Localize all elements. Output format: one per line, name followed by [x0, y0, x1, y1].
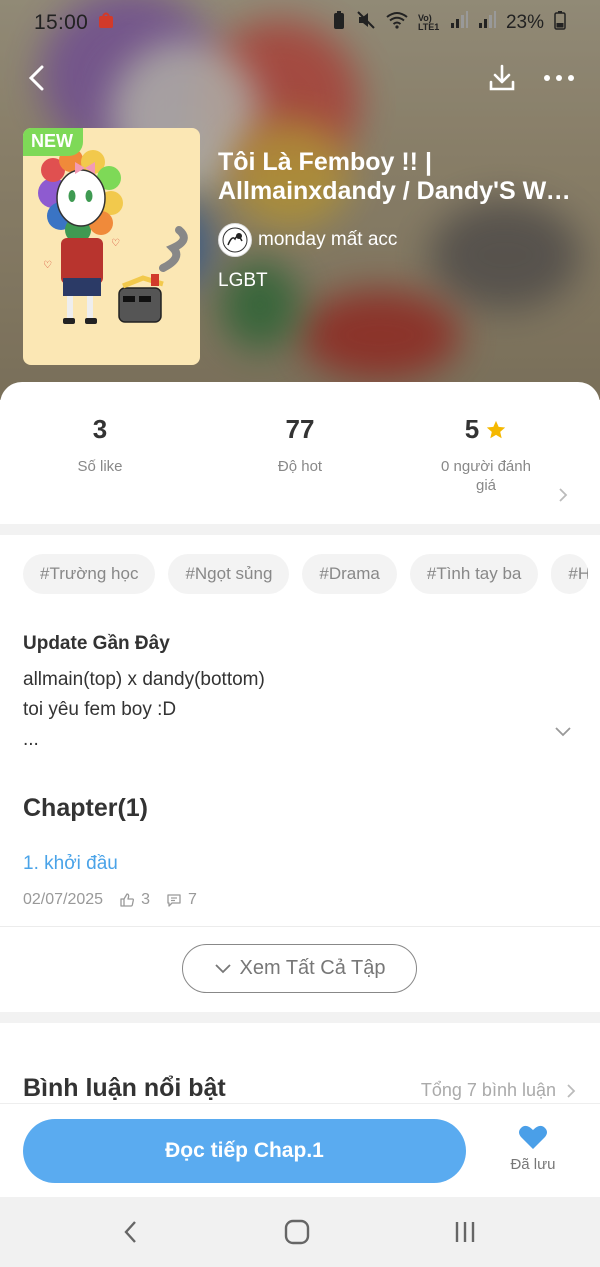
tag-chip[interactable]: #Ngọt sủng [168, 554, 290, 594]
bottom-action-bar: Đọc tiếp Chap.1 Đã lưu [0, 1103, 600, 1197]
rating-row: 5 [386, 414, 586, 445]
system-navigation-bar [0, 1197, 600, 1267]
rating-label: 0 người đánh giá [441, 458, 531, 494]
new-badge: NEW [23, 128, 83, 156]
back-button[interactable] [16, 56, 56, 100]
more-options-button[interactable] [538, 58, 580, 98]
view-all-chapters-button[interactable]: Xem Tất Cả Tập [182, 944, 417, 993]
download-icon [489, 64, 515, 91]
stat-rating[interactable]: 5 0 người đánh giá [386, 414, 586, 495]
chevron-down-icon [214, 963, 231, 973]
status-bar: 15:00 Vo) LTE1 23% [0, 0, 600, 46]
heart-icon [519, 1125, 547, 1149]
story-title-line-1: Tôi Là Femboy !! | [218, 148, 432, 176]
story-title-line-2: Allmainxdandy / Dandy'S Wo... [218, 177, 580, 205]
chapter-date: 02/07/2025 [23, 891, 104, 908]
chapter-like-count: 3 [141, 891, 150, 908]
chevron-down-icon[interactable] [554, 726, 572, 738]
section-divider [0, 524, 600, 535]
signal-icon [450, 11, 468, 35]
recents-icon [455, 1222, 475, 1242]
chevron-right-icon[interactable] [558, 487, 568, 503]
comments-total-link[interactable]: Tổng 7 bình luận [421, 1080, 576, 1101]
svg-text:♡: ♡ [111, 238, 120, 249]
home-icon [284, 1219, 310, 1245]
chapter-meta: 02/07/2025 3 7 [23, 891, 197, 909]
stat-likes: 3 Số like [0, 414, 200, 476]
more-horizontal-icon [544, 75, 574, 81]
likes-label: Số like [77, 458, 123, 475]
chevron-left-icon [28, 65, 44, 91]
section-divider [0, 1012, 600, 1023]
chapter-comments: 7 [166, 891, 197, 909]
nav-home-button[interactable] [277, 1215, 317, 1249]
thumbs-up-icon [120, 893, 135, 907]
update-line: toi yêu fem boy :D [23, 699, 177, 720]
hot-count: 77 [285, 414, 315, 444]
chevron-right-icon [567, 1083, 576, 1098]
wifi-icon [386, 11, 408, 35]
battery-saver-icon [332, 10, 346, 36]
stats-row: 3 Số like 77 Độ hot 5 0 người đánh giá [0, 414, 600, 524]
story-title: Tôi Là Femboy !! | Allmainxdandy / Dandy… [218, 148, 580, 206]
chapter-link[interactable]: 1. khởi đầu [23, 853, 118, 875]
nav-back-button[interactable] [110, 1215, 150, 1249]
shopee-notification-icon [96, 10, 116, 36]
battery-icon [554, 10, 566, 36]
tag-list: #Trường học #Ngọt sủng #Drama #Tình tay … [23, 554, 589, 594]
rating-value: 5 [464, 414, 480, 444]
comments-section-title: Bình luận nổi bật [23, 1074, 226, 1102]
hot-label: Độ hot [277, 458, 323, 475]
download-button[interactable] [482, 58, 522, 98]
top-action-bar [0, 56, 600, 100]
star-icon [487, 420, 506, 438]
divider [0, 926, 600, 927]
view-all-label: Xem Tất Cả Tập [239, 957, 386, 979]
continue-reading-button[interactable]: Đọc tiếp Chap.1 [23, 1119, 466, 1183]
battery-percent: 23% [505, 12, 544, 33]
tag-chip[interactable]: #Trường học [23, 554, 156, 594]
svg-text:♡: ♡ [43, 260, 52, 271]
status-time: 15:00 [34, 11, 89, 34]
genre-label[interactable]: LGBT [218, 270, 268, 292]
signal-icon-2 [478, 11, 496, 35]
nav-recents-button[interactable] [445, 1215, 485, 1249]
story-cover-image: ♡ ♡ NEW [23, 128, 200, 365]
tag-chip[interactable]: #H [551, 554, 589, 594]
author-link[interactable]: monday mất acc [218, 223, 397, 257]
update-line: ... [23, 729, 39, 750]
chapter-likes: 3 [119, 891, 150, 909]
author-avatar [218, 223, 252, 257]
comment-icon [167, 894, 181, 907]
comments-total-label: Tổng 7 bình luận [420, 1080, 556, 1100]
chapter-comment-count: 7 [187, 891, 197, 908]
stat-hot: 77 Độ hot [200, 414, 400, 476]
save-button[interactable]: Đã lưu [498, 1124, 568, 1173]
update-title: Update Gần Đây [23, 633, 170, 654]
mute-icon [356, 10, 376, 36]
tag-chip[interactable]: #Tình tay ba [409, 554, 539, 594]
update-line: allmain(top) x dandy(bottom) [23, 669, 265, 690]
saved-label: Đã lưu [510, 1156, 556, 1173]
volte-label: Vo) LTE1 [417, 13, 440, 32]
chevron-left-icon [124, 1221, 136, 1243]
tag-chip[interactable]: #Drama [302, 554, 397, 594]
author-name: monday mất acc [258, 229, 398, 250]
chapter-section-title: Chapter(1) [23, 794, 149, 822]
likes-count: 3 [92, 414, 108, 444]
update-description: allmain(top) x dandy(bottom) toi yêu fem… [23, 665, 265, 755]
